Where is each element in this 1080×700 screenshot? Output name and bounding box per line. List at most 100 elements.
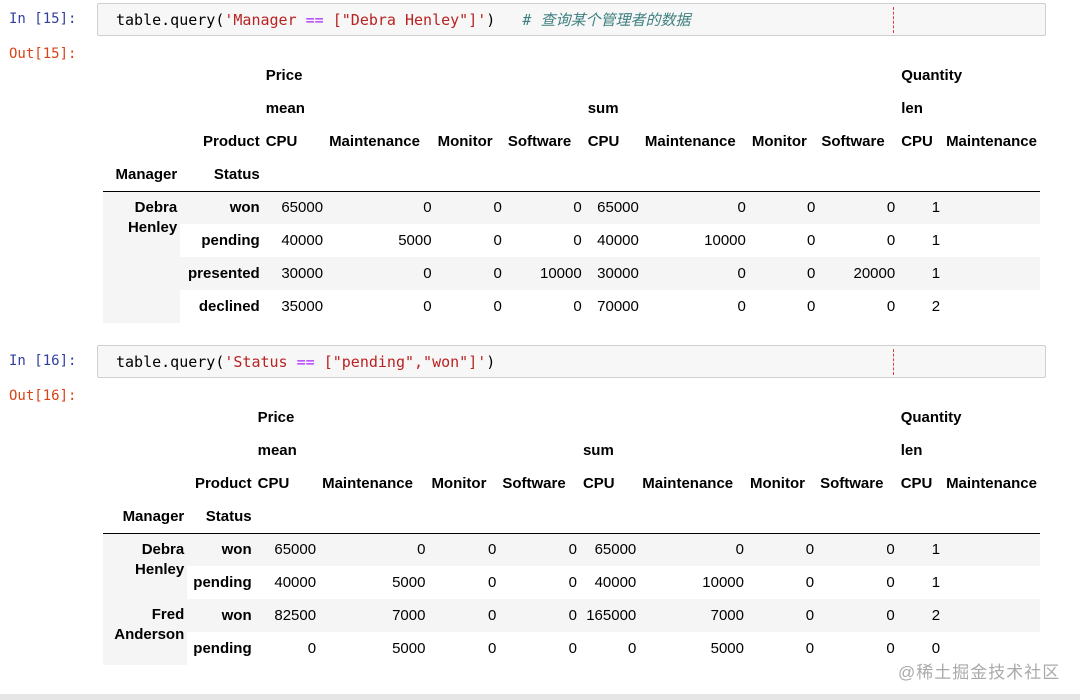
table-cell: 65000 <box>262 191 327 224</box>
input-prompt: In [16]: <box>9 353 77 369</box>
table-cell: 0 <box>493 298 502 315</box>
table-cell <box>943 224 1040 257</box>
table-cell: 30000 <box>262 257 327 290</box>
table-cell: 10000 <box>704 232 746 249</box>
header-row-index: Manager Status <box>103 158 1040 192</box>
col-header-product: Maintenance <box>329 133 420 150</box>
table-cell: 5000 <box>392 574 426 591</box>
table-cell: 0 <box>641 191 749 224</box>
line-length-ruler <box>893 7 894 33</box>
table-cell: 0 <box>573 232 582 249</box>
table-cell: 0 <box>746 533 818 566</box>
table-cell: 70000 <box>597 298 639 315</box>
table-cell: 0 <box>568 574 577 591</box>
table-row: presented 30000 0 0 10000 30000 0 0 20000 1 <box>103 257 1040 290</box>
table-cell: 0 <box>428 599 500 632</box>
table-cell: 0 <box>748 257 819 290</box>
col-header-product: Software <box>821 133 885 150</box>
table-cell: 0 <box>806 232 816 249</box>
col-header-sum: sum <box>587 100 619 117</box>
row-index-manager: Debra Henley <box>103 533 188 599</box>
col-header-quantity: Quantity <box>900 409 962 426</box>
table-cell: 20000 <box>818 257 899 290</box>
table-cell: 7000 <box>319 599 429 632</box>
table-cell: 0 <box>434 191 505 224</box>
table-cell: 0 <box>886 574 895 591</box>
row-index-manager: Fred Anderson <box>103 599 188 665</box>
row-index-status: pending <box>193 574 252 591</box>
table-cell <box>943 599 1040 632</box>
table-cell: 1 <box>897 533 944 566</box>
row-index-status: won <box>187 533 255 566</box>
col-header-product: Monitor <box>431 475 487 492</box>
table-cell: 82500 <box>254 599 320 632</box>
header-row-level1: mean sum len <box>103 92 1040 125</box>
table-cell: 10000 <box>702 574 744 591</box>
col-header-product: CPU <box>587 133 620 150</box>
col-header-product: Monitor <box>751 133 807 150</box>
header-row-level0: Price Quantity <box>103 59 1040 92</box>
table-cell: 0 <box>805 574 815 591</box>
table-cell: 0 <box>499 599 580 632</box>
table-cell: 35000 <box>281 298 324 315</box>
col-header-mean: mean <box>257 442 297 459</box>
col-header-product: CPU <box>257 475 290 492</box>
row-index-status: presented <box>180 257 263 290</box>
col-header-len: len <box>900 442 923 459</box>
col-header-product: Maintenance <box>644 133 736 150</box>
index-header-manager: Manager <box>103 500 188 534</box>
header-row-level0: Price Quantity <box>103 401 1040 434</box>
table-cell: 0 <box>818 191 899 224</box>
output-table: Price Quantity mean sum len Product CPU Mainten… <box>103 59 1040 323</box>
table-row: Debra Henley won 65000 0 0 0 65000 0 0 0 1 <box>103 191 1040 323</box>
table-cell: 40000 <box>597 232 639 249</box>
col-header-product: Software <box>502 475 566 492</box>
output-prompt: Out[16]: <box>9 388 77 404</box>
row-index-status: won <box>180 191 263 224</box>
table-cell: 30000 <box>584 257 642 290</box>
table-cell: 40000 <box>281 232 324 249</box>
code-input-cell[interactable]: table.query('Status == ["pending","won"]… <box>97 345 1046 378</box>
table-row: Debra Henley won 65000 0 0 0 65000 0 0 0 1 <box>103 533 1040 599</box>
dataframe-table: Price Quantity mean sum len Product CPU Mainten… <box>103 401 1040 665</box>
table-cell: 1 <box>931 574 941 591</box>
col-header-product: Maintenance <box>322 475 413 492</box>
table-cell: 65000 <box>254 533 320 566</box>
table-cell: 0 <box>746 599 818 632</box>
table-cell <box>943 191 1040 224</box>
table-cell <box>943 290 1040 323</box>
dataframe-table: Price Quantity mean sum len Product CPU Mainten… <box>103 59 1040 323</box>
index-header-status: Status <box>180 158 263 192</box>
table-cell: 0 <box>886 640 895 657</box>
col-header-product: CPU <box>900 475 933 492</box>
table-cell: 0 <box>568 640 577 657</box>
table-cell <box>943 257 1040 290</box>
col-header-product: CPU <box>582 475 615 492</box>
col-header-product: Maintenance <box>946 133 1037 150</box>
index-header-status: Status <box>187 500 255 534</box>
col-header-product-label: Product <box>194 475 252 492</box>
table-cell: 0 <box>886 298 896 315</box>
table-cell: 0 <box>434 257 505 290</box>
table-row: pending 40000 5000 0 0 40000 10000 0 0 1 <box>103 566 1040 599</box>
table-cell: 40000 <box>594 574 637 591</box>
row-index-status: won <box>187 599 255 632</box>
table-cell: 1 <box>931 232 941 249</box>
code-line[interactable]: table.query('Status == ["pending","won"]… <box>116 352 495 372</box>
code-line[interactable]: table.query('Manager == ["Debra Henley"]… <box>116 10 690 30</box>
table-cell: 7000 <box>639 599 747 632</box>
table-cell: 0 <box>817 599 898 632</box>
table-cell: 10000 <box>504 257 585 290</box>
table-cell: 0 <box>641 257 749 290</box>
table-cell: 0 <box>627 640 637 657</box>
code-input-cell[interactable]: table.query('Manager == ["Debra Henley"]… <box>97 3 1046 36</box>
col-header-product: Software <box>820 475 884 492</box>
table-cell: 2 <box>897 599 944 632</box>
table-row: declined 35000 0 0 0 70000 0 0 0 2 <box>103 290 1040 323</box>
output-table: Price Quantity mean sum len Product CPU Mainten… <box>103 401 1040 665</box>
col-header-product: Software <box>507 133 572 150</box>
col-header-product: CPU <box>265 133 298 150</box>
table-cell: 5000 <box>392 640 426 657</box>
table-cell: 0 <box>493 232 502 249</box>
line-length-ruler <box>893 349 894 375</box>
